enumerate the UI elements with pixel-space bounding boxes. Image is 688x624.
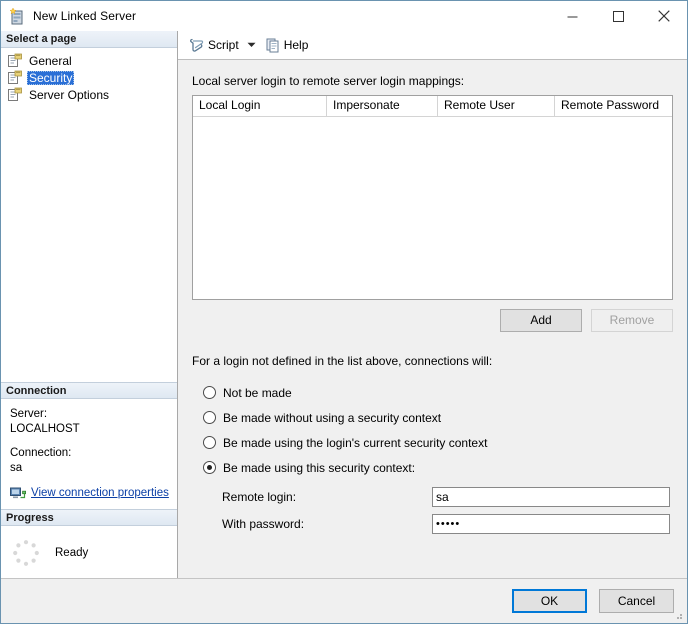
help-icon — [265, 37, 281, 53]
sidebar-item-general[interactable]: General — [1, 52, 177, 69]
window-title: New Linked Server — [33, 9, 137, 23]
page-icon — [7, 70, 23, 85]
column-header-remote-user[interactable]: Remote User — [438, 96, 555, 116]
with-password-row: With password: — [222, 514, 673, 534]
security-page-content: Local server login to remote server logi… — [178, 60, 687, 578]
minimize-button[interactable] — [549, 1, 595, 31]
column-header-remote-password[interactable]: Remote Password — [555, 96, 672, 116]
radio-icon — [203, 386, 216, 399]
sidebar-item-label: Security — [27, 70, 75, 85]
help-label: Help — [283, 38, 309, 52]
progress-section: Progress Ready — [1, 509, 177, 578]
progress-body: Ready — [1, 526, 177, 578]
remote-login-row: Remote login: — [222, 487, 673, 507]
close-button[interactable] — [641, 1, 687, 31]
page-icon — [7, 87, 23, 102]
mappings-label: Local server login to remote server logi… — [192, 74, 465, 88]
radio-this-security-context[interactable]: Be made using this security context: — [192, 458, 673, 477]
dialog-footer: OK Cancel — [1, 578, 687, 623]
fallback-label: For a login not defined in the list abov… — [192, 354, 493, 368]
cancel-button[interactable]: Cancel — [599, 589, 674, 613]
login-mappings-list[interactable]: Local Login Impersonate Remote User Remo… — [192, 95, 673, 300]
connection-body: Server: LOCALHOST Connection: sa View co… — [1, 399, 177, 509]
view-connection-properties-link[interactable]: View connection properties — [31, 486, 169, 501]
column-header-impersonate[interactable]: Impersonate — [327, 96, 438, 116]
login-mappings-header: Local Login Impersonate Remote User Remo… — [193, 96, 672, 117]
linked-server-icon — [8, 7, 26, 25]
progress-header: Progress — [1, 509, 177, 526]
main-panel: Script Help Local server login to remote… — [178, 31, 687, 578]
connection-value: sa — [10, 462, 23, 474]
dialog-body: Select a page General Security Server Op… — [1, 31, 687, 578]
view-connection-properties-row[interactable]: View connection properties — [10, 486, 169, 501]
sidebar-item-security[interactable]: Security — [1, 69, 177, 86]
column-header-local-login[interactable]: Local Login — [193, 96, 327, 116]
radio-not-be-made[interactable]: Not be made — [192, 383, 673, 402]
server-label: Server: — [10, 408, 48, 420]
sidebar-item-server-options[interactable]: Server Options — [1, 86, 177, 103]
script-dropdown-arrow-icon[interactable] — [244, 35, 260, 55]
select-page-header: Select a page — [1, 31, 177, 48]
progress-spinner-icon — [11, 538, 41, 568]
title-bar: New Linked Server — [1, 1, 687, 31]
remove-button: Remove — [591, 309, 673, 332]
with-password-label: With password: — [222, 517, 305, 531]
maximize-button[interactable] — [595, 1, 641, 31]
help-button[interactable]: Help — [262, 34, 312, 56]
radio-label: Not be made — [223, 385, 292, 400]
sidebar: Select a page General Security Server Op… — [1, 31, 178, 578]
radio-icon — [203, 461, 216, 474]
sidebar-filler — [1, 103, 177, 382]
radio-icon — [203, 411, 216, 424]
connection-section: Connection Server: LOCALHOST Connection:… — [1, 382, 177, 509]
script-label: Script — [208, 38, 239, 52]
remote-login-label: Remote login: — [222, 490, 297, 504]
add-button[interactable]: Add — [500, 309, 582, 332]
progress-status: Ready — [55, 546, 89, 559]
connection-header: Connection — [1, 382, 177, 399]
radio-label: Be made without using a security context — [223, 410, 442, 425]
radio-label: Be made using the login's current securi… — [223, 435, 488, 450]
page-icon — [7, 53, 23, 68]
ok-button[interactable]: OK — [512, 589, 587, 613]
with-password-input[interactable] — [432, 514, 670, 534]
sidebar-item-label: General — [29, 53, 72, 68]
radio-icon — [203, 436, 216, 449]
remote-login-input[interactable] — [432, 487, 670, 507]
list-action-buttons: Add Remove — [192, 309, 673, 332]
connection-label: Connection: — [10, 447, 72, 459]
window-controls — [549, 1, 687, 31]
computer-network-icon — [10, 487, 27, 501]
login-mappings-body[interactable] — [193, 117, 672, 299]
sidebar-item-label: Server Options — [29, 87, 110, 102]
radio-without-security-context[interactable]: Be made without using a security context — [192, 408, 673, 427]
fallback-options-section: For a login not defined in the list abov… — [192, 354, 673, 477]
new-linked-server-dialog: New Linked Server Select a page General … — [0, 0, 688, 624]
toolbar: Script Help — [178, 31, 687, 60]
security-context-fields: Remote login: With password: — [192, 487, 673, 534]
server-value: LOCALHOST — [10, 423, 80, 435]
script-button[interactable]: Script — [186, 34, 242, 56]
radio-label: Be made using this security context: — [223, 460, 416, 475]
script-icon — [189, 37, 205, 53]
page-list: General Security Server Options — [1, 48, 177, 103]
radio-current-security-context[interactable]: Be made using the login's current securi… — [192, 433, 673, 452]
resize-grip-icon[interactable] — [672, 609, 684, 621]
